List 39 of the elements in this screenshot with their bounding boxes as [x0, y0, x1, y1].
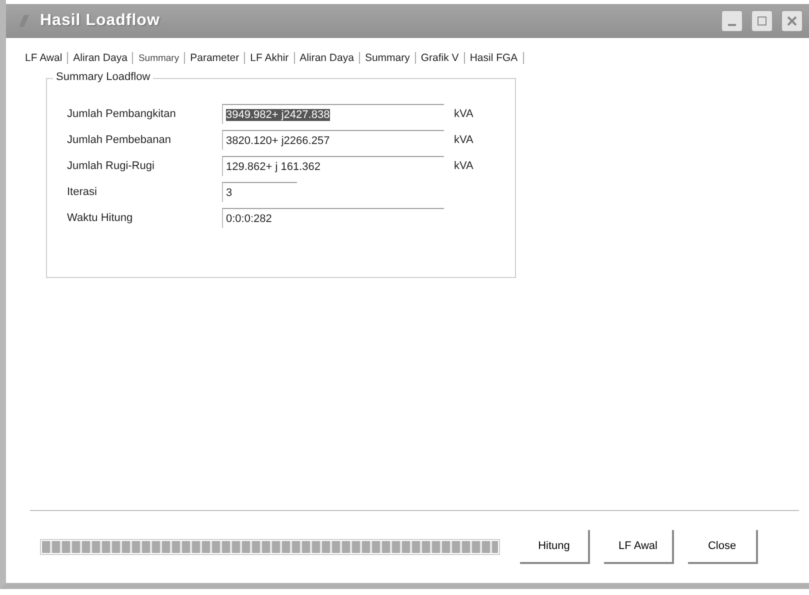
close-button[interactable]	[781, 10, 803, 32]
text-field[interactable]: 0:0:0:282	[222, 208, 444, 228]
field-label: Jumlah Pembangkitan	[67, 108, 177, 120]
tab[interactable]: LF Awal	[20, 52, 68, 64]
action-button[interactable]: Hitung	[520, 530, 590, 564]
field-label: Jumlah Rugi-Rugi	[67, 160, 156, 172]
tab[interactable]: Parameter	[185, 52, 246, 64]
field-value: 129.862+ j 161.362	[226, 160, 321, 172]
tab[interactable]: Aliran Daya	[294, 52, 360, 64]
unit-label: kVA	[454, 160, 474, 172]
tab[interactable]: Summary	[133, 52, 186, 64]
text-field[interactable]: 3820.120+ j2266.257	[222, 130, 444, 150]
tab[interactable]: Hasil FGA	[464, 52, 524, 64]
field-value: 3	[226, 186, 232, 198]
maximize-icon	[757, 16, 767, 26]
unit-label: kVA	[454, 108, 474, 120]
tab[interactable]: LF Akhir	[245, 52, 295, 64]
tab[interactable]: Grafik V	[416, 52, 465, 64]
tab[interactable]: Aliran Daya	[68, 52, 134, 64]
field-value: 3949.982+ j2427.838	[226, 108, 330, 120]
tab[interactable]: Summary	[360, 52, 416, 64]
text-field[interactable]: 129.862+ j 161.362	[222, 156, 444, 176]
field-value: 0:0:0:282	[226, 212, 272, 224]
unit-label: kVA	[454, 134, 474, 146]
text-field[interactable]: 3949.982+ j2427.838	[222, 104, 444, 124]
close-icon	[787, 16, 797, 26]
field-label: Jumlah Pembebanan	[67, 134, 172, 146]
field-value: 3820.120+ j2266.257	[226, 134, 330, 146]
action-button[interactable]: Close	[688, 530, 758, 564]
minimize-icon	[728, 24, 736, 26]
window-title: Hasil Loadflow	[40, 12, 161, 30]
field-label: Waktu Hitung	[67, 212, 134, 224]
text-field[interactable]: 3	[222, 182, 297, 202]
group-title: Summary Loadflow	[53, 71, 154, 83]
maximize-button[interactable]	[751, 10, 773, 32]
app-icon	[16, 13, 32, 29]
action-button[interactable]: LF Awal	[604, 530, 674, 564]
minimize-button[interactable]	[721, 10, 743, 32]
field-label: Iterasi	[67, 186, 98, 198]
